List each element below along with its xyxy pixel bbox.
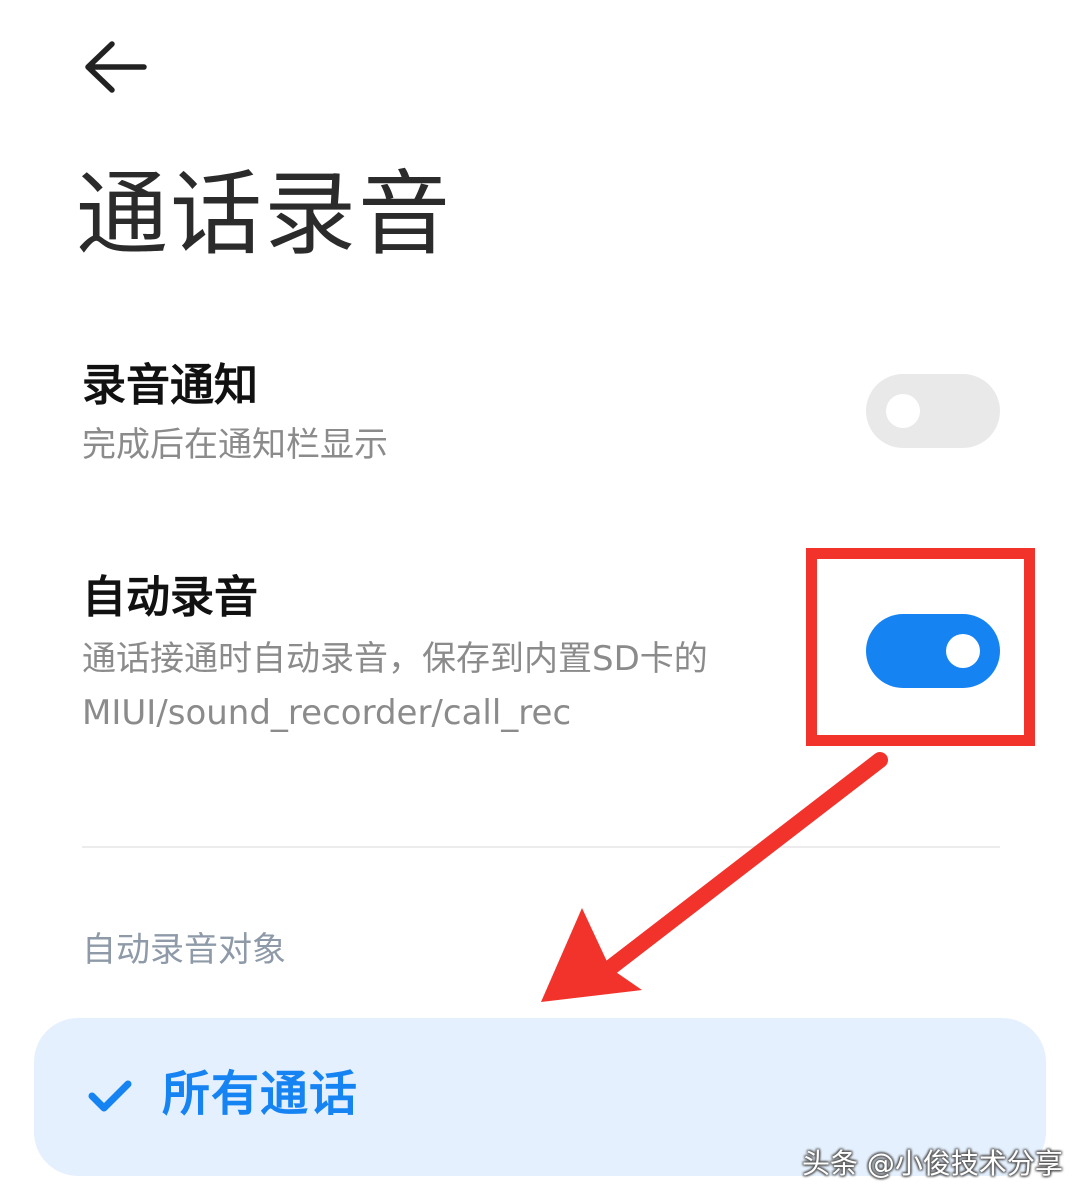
auto-record-title: 自动录音 xyxy=(82,572,258,623)
arrow-left-icon xyxy=(85,41,147,93)
recording-notification-description: 完成后在通知栏显示 xyxy=(82,425,388,465)
recording-notification-toggle[interactable] xyxy=(866,374,1000,448)
option-all-calls-label: 所有通话 xyxy=(162,1066,359,1122)
page-title: 通话录音 xyxy=(76,161,453,268)
watermark: 头条 @小俊技术分享 xyxy=(802,1147,1063,1180)
auto-record-description-line1: 通话接通时自动录音，保存到内置SD卡的 xyxy=(82,639,708,679)
auto-record-description-line2: MIUI/sound_recorder/call_rec xyxy=(82,693,572,733)
divider xyxy=(82,846,1000,848)
auto-record-targets-header: 自动录音对象 xyxy=(82,930,286,970)
back-button[interactable] xyxy=(70,30,160,104)
highlight-box-annotation xyxy=(806,548,1035,746)
checkmark-icon xyxy=(86,1076,134,1116)
recording-notification-title: 录音通知 xyxy=(82,360,258,411)
toggle-knob xyxy=(886,394,920,428)
